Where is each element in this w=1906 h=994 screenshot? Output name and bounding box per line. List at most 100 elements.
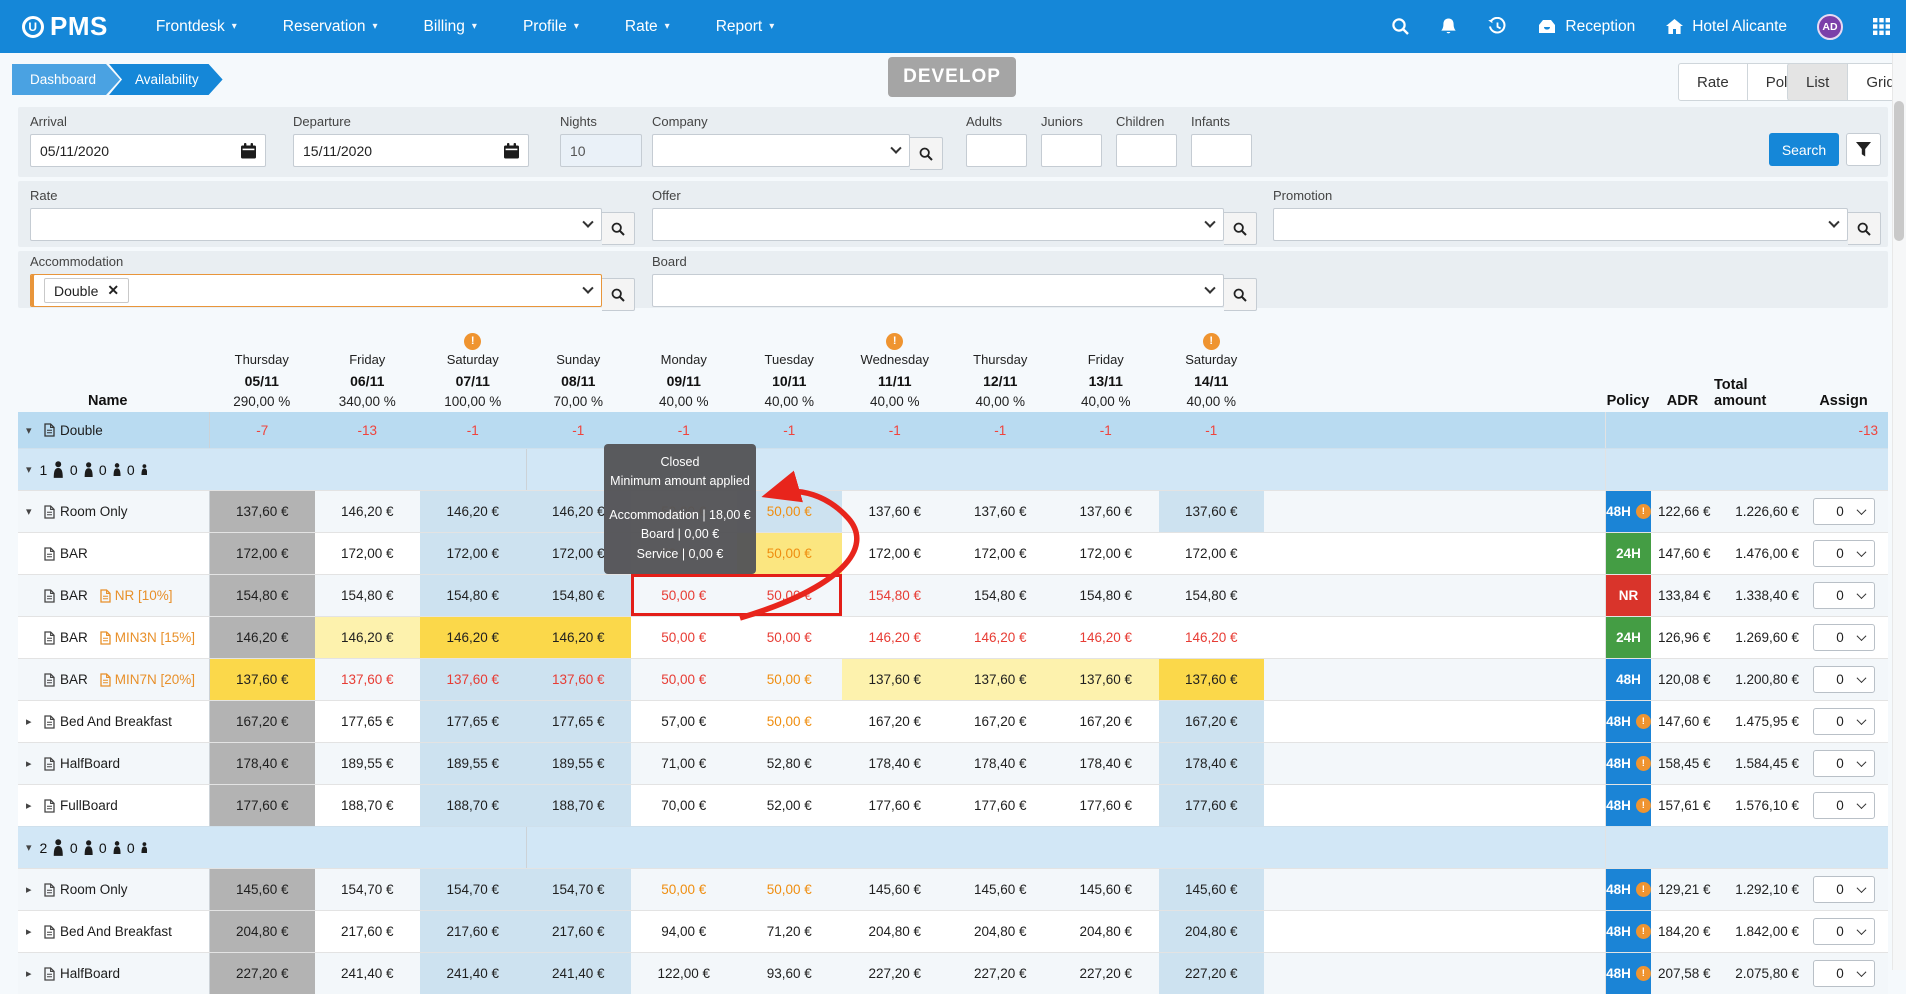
price-cell[interactable]: 204,80 €	[1053, 911, 1159, 952]
price-cell[interactable]: 94,00 €	[631, 911, 737, 952]
price-cell[interactable]: 172,00 €	[948, 533, 1054, 574]
price-cell[interactable]: 137,60 €	[1053, 491, 1159, 532]
price-cell[interactable]: 146,20 €	[1159, 617, 1265, 658]
rate-name[interactable]: ▸HalfBoard	[18, 953, 209, 994]
vertical-scrollbar[interactable]	[1892, 53, 1906, 970]
rate-view-button[interactable]: Rate	[1678, 63, 1748, 101]
hotel-link[interactable]: Hotel Alicante	[1665, 18, 1787, 36]
juniors-input[interactable]	[1041, 134, 1102, 167]
menu-frontdesk[interactable]: Frontdesk▾	[156, 18, 237, 36]
rate-select[interactable]	[30, 208, 602, 241]
company-search-button[interactable]	[910, 137, 943, 170]
assign-select[interactable]: 0	[1813, 498, 1875, 525]
price-cell[interactable]: 57,00 €	[631, 701, 737, 742]
price-cell[interactable]: 172,00 €	[315, 533, 421, 574]
price-cell[interactable]: 178,40 €	[209, 743, 315, 784]
price-cell[interactable]: 204,80 €	[1159, 911, 1265, 952]
price-cell[interactable]: 145,60 €	[1159, 869, 1265, 910]
assign-select[interactable]: 0	[1813, 666, 1875, 693]
price-cell[interactable]: 145,60 €	[842, 869, 948, 910]
breadcrumb-availability[interactable]: Availability	[109, 64, 223, 95]
assign-select[interactable]: 0	[1813, 918, 1875, 945]
price-cell[interactable]: 188,70 €	[526, 785, 632, 826]
price-cell[interactable]: 50,00 €	[737, 869, 843, 910]
price-cell[interactable]: 137,60 €	[842, 659, 948, 700]
user-avatar[interactable]: AD	[1817, 14, 1843, 40]
collapse-caret-icon[interactable]: ▸	[26, 883, 39, 896]
price-cell[interactable]: 167,20 €	[209, 701, 315, 742]
chip-remove-icon[interactable]: ✕	[107, 282, 119, 299]
room-type-name[interactable]: ▾Double	[18, 412, 209, 448]
menu-rate[interactable]: Rate▾	[625, 18, 670, 36]
price-cell[interactable]: 137,60 €	[526, 659, 632, 700]
price-cell[interactable]: 145,60 €	[209, 869, 315, 910]
price-cell[interactable]: 167,20 €	[1053, 701, 1159, 742]
adults-input[interactable]	[966, 134, 1027, 167]
price-cell[interactable]: 154,70 €	[420, 869, 526, 910]
accommodation-select[interactable]: Double ✕	[30, 274, 602, 307]
rate-name[interactable]: BARMIN7N [20%]	[18, 659, 209, 700]
promotion-search-button[interactable]	[1848, 212, 1881, 245]
price-cell[interactable]: 217,60 €	[526, 911, 632, 952]
price-cell[interactable]: 241,40 €	[526, 953, 632, 994]
price-cell[interactable]: 146,20 €	[1053, 617, 1159, 658]
assign-select[interactable]: 0	[1813, 750, 1875, 777]
price-cell[interactable]: 172,00 €	[1053, 533, 1159, 574]
assign-select[interactable]: 0	[1813, 624, 1875, 651]
menu-reservation[interactable]: Reservation▾	[283, 18, 378, 36]
offer-select[interactable]	[652, 208, 1224, 241]
assign-select[interactable]: 0	[1813, 582, 1875, 609]
search-icon[interactable]	[1391, 17, 1410, 36]
price-cell[interactable]: 154,80 €	[1053, 575, 1159, 616]
offer-search-button[interactable]	[1224, 212, 1257, 245]
price-cell[interactable]: 137,60 €	[1159, 659, 1265, 700]
price-cell[interactable]: 154,70 €	[526, 869, 632, 910]
price-cell[interactable]: 154,80 €	[209, 575, 315, 616]
collapse-caret-icon[interactable]: ▾	[26, 505, 39, 518]
price-cell[interactable]: 145,60 €	[948, 869, 1054, 910]
price-cell[interactable]: 227,20 €	[948, 953, 1054, 994]
search-button[interactable]: Search	[1769, 133, 1839, 166]
assign-select[interactable]: 0	[1813, 792, 1875, 819]
price-cell[interactable]: 167,20 €	[1159, 701, 1265, 742]
infants-input[interactable]	[1191, 134, 1252, 167]
price-cell[interactable]: 146,20 €	[420, 491, 526, 532]
price-cell[interactable]: 177,60 €	[948, 785, 1054, 826]
price-cell[interactable]: 146,20 €	[526, 617, 632, 658]
price-cell[interactable]: 52,80 €	[737, 743, 843, 784]
price-cell[interactable]: 227,20 €	[209, 953, 315, 994]
price-cell[interactable]: 154,70 €	[315, 869, 421, 910]
price-cell[interactable]: 154,80 €	[842, 575, 948, 616]
price-cell[interactable]: 145,60 €	[1053, 869, 1159, 910]
price-cell[interactable]: 137,60 €	[1053, 659, 1159, 700]
price-cell[interactable]: 177,65 €	[526, 701, 632, 742]
rate-name[interactable]: BARNR [10%]	[18, 575, 209, 616]
price-cell[interactable]: 137,60 €	[948, 659, 1054, 700]
notifications-bell-icon[interactable]	[1440, 17, 1457, 36]
list-view-button[interactable]: List	[1787, 63, 1848, 101]
price-cell[interactable]: 204,80 €	[948, 911, 1054, 952]
price-cell[interactable]: 188,70 €	[420, 785, 526, 826]
menu-report[interactable]: Report▾	[716, 18, 775, 36]
price-cell[interactable]: 241,40 €	[315, 953, 421, 994]
apps-grid-icon[interactable]	[1873, 18, 1890, 35]
rate-name[interactable]: ▸Bed And Breakfast	[18, 911, 209, 952]
price-cell[interactable]: 50,00 €	[631, 617, 737, 658]
price-cell[interactable]: 177,60 €	[209, 785, 315, 826]
price-cell[interactable]: 71,00 €	[631, 743, 737, 784]
price-cell[interactable]: 227,20 €	[842, 953, 948, 994]
price-cell[interactable]: 146,20 €	[209, 617, 315, 658]
nights-input[interactable]: 10	[560, 134, 642, 167]
collapse-caret-icon[interactable]: ▾	[26, 841, 32, 854]
price-cell[interactable]: 189,55 €	[526, 743, 632, 784]
price-cell[interactable]: 50,00 €	[737, 617, 843, 658]
price-cell[interactable]: 167,20 €	[948, 701, 1054, 742]
price-cell[interactable]: 172,00 €	[842, 533, 948, 574]
price-cell[interactable]: 189,55 €	[315, 743, 421, 784]
board-search-button[interactable]	[1224, 278, 1257, 311]
departure-date-input[interactable]: 15/11/2020	[293, 134, 529, 167]
price-cell[interactable]: 177,65 €	[420, 701, 526, 742]
price-cell[interactable]: 204,80 €	[209, 911, 315, 952]
pms-logo[interactable]: U PMS	[22, 11, 108, 42]
price-cell[interactable]: 178,40 €	[1159, 743, 1265, 784]
